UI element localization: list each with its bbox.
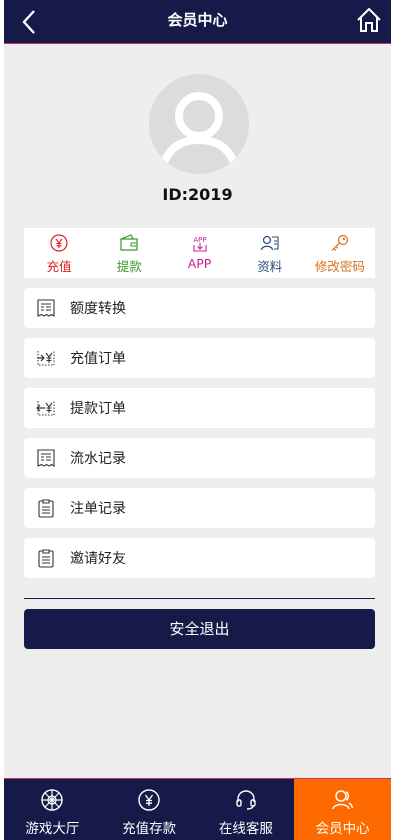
menu-item-bet-records[interactable]: 注单记录 [24, 488, 375, 528]
key-icon [331, 234, 349, 251]
app-frame: 会员中心 ID:2019 充值 提款 APP APP 资料 修改密码 额度转换 … [4, 0, 391, 840]
quick-change-password-label: 修改密码 [314, 259, 365, 274]
quick-profile[interactable]: 资料 [235, 228, 305, 278]
divider [24, 598, 375, 599]
receipt-icon [37, 299, 55, 317]
menu-item-turnover-records[interactable]: 流水记录 [24, 438, 375, 478]
logout-button[interactable]: 安全退出 [24, 609, 375, 649]
receipt-icon [37, 449, 55, 467]
menu-item-label: 提款订单 [70, 401, 126, 417]
menu-item-label: 额度转换 [70, 301, 126, 317]
tab-game-lobby[interactable]: 游戏大厅 [4, 779, 101, 840]
tab-member-center[interactable]: 会员中心 [294, 779, 391, 840]
svg-text:APP: APP [193, 236, 206, 244]
quick-profile-label: 资料 [257, 259, 283, 274]
tab-online-support[interactable]: 在线客服 [198, 779, 295, 840]
bottom-tab-bar: 游戏大厅 充值存款 在线客服 会员中心 [4, 778, 391, 840]
menu-item-deposit-orders[interactable]: 充值订单 [24, 338, 375, 378]
tab-label: 游戏大厅 [25, 821, 80, 837]
quick-withdraw[interactable]: 提款 [94, 228, 164, 278]
user-id: ID:2019 [162, 185, 233, 204]
home-icon[interactable] [355, 6, 383, 34]
deposit-order-icon [37, 351, 55, 366]
quick-actions-bar: 充值 提款 APP APP 资料 修改密码 [24, 228, 375, 278]
quick-app-label: APP [187, 256, 212, 271]
menu-item-withdraw-orders[interactable]: 提款订单 [24, 388, 375, 428]
tab-label: 在线客服 [218, 821, 273, 837]
profile-card-icon [260, 235, 279, 251]
wallet-icon [120, 234, 138, 251]
app-icon: APP [193, 236, 206, 252]
page-title: 会员中心 [167, 11, 228, 29]
menu-item-label: 流水记录 [70, 451, 126, 467]
quick-app[interactable]: APP APP [164, 228, 234, 278]
lobby-icon [41, 789, 64, 811]
user-avatar-icon [157, 92, 241, 174]
tab-label: 充值存款 [122, 821, 177, 837]
avatar [149, 74, 249, 174]
quick-recharge-label: 充值 [46, 259, 72, 274]
quick-withdraw-label: 提款 [116, 259, 142, 274]
user-icon [331, 790, 353, 810]
tab-recharge-deposit[interactable]: 充值存款 [101, 779, 198, 840]
clipboard-icon [38, 549, 54, 568]
quick-change-password[interactable]: 修改密码 [305, 228, 375, 278]
top-header: 会员中心 [4, 0, 391, 44]
quick-recharge[interactable]: 充值 [24, 228, 94, 278]
headset-icon [236, 790, 256, 810]
yuan-circle-icon [138, 789, 160, 811]
menu-item-invite-friends[interactable]: 邀请好友 [24, 538, 375, 578]
menu-item-label: 充值订单 [70, 351, 126, 367]
menu-item-label: 邀请好友 [70, 551, 126, 567]
withdraw-order-icon [36, 401, 55, 416]
menu-item-credit-transfer[interactable]: 额度转换 [24, 288, 375, 328]
menu-item-label: 注单记录 [70, 501, 126, 517]
yuan-circle-icon [50, 234, 68, 252]
tab-label: 会员中心 [315, 821, 370, 837]
clipboard-icon [38, 499, 54, 518]
